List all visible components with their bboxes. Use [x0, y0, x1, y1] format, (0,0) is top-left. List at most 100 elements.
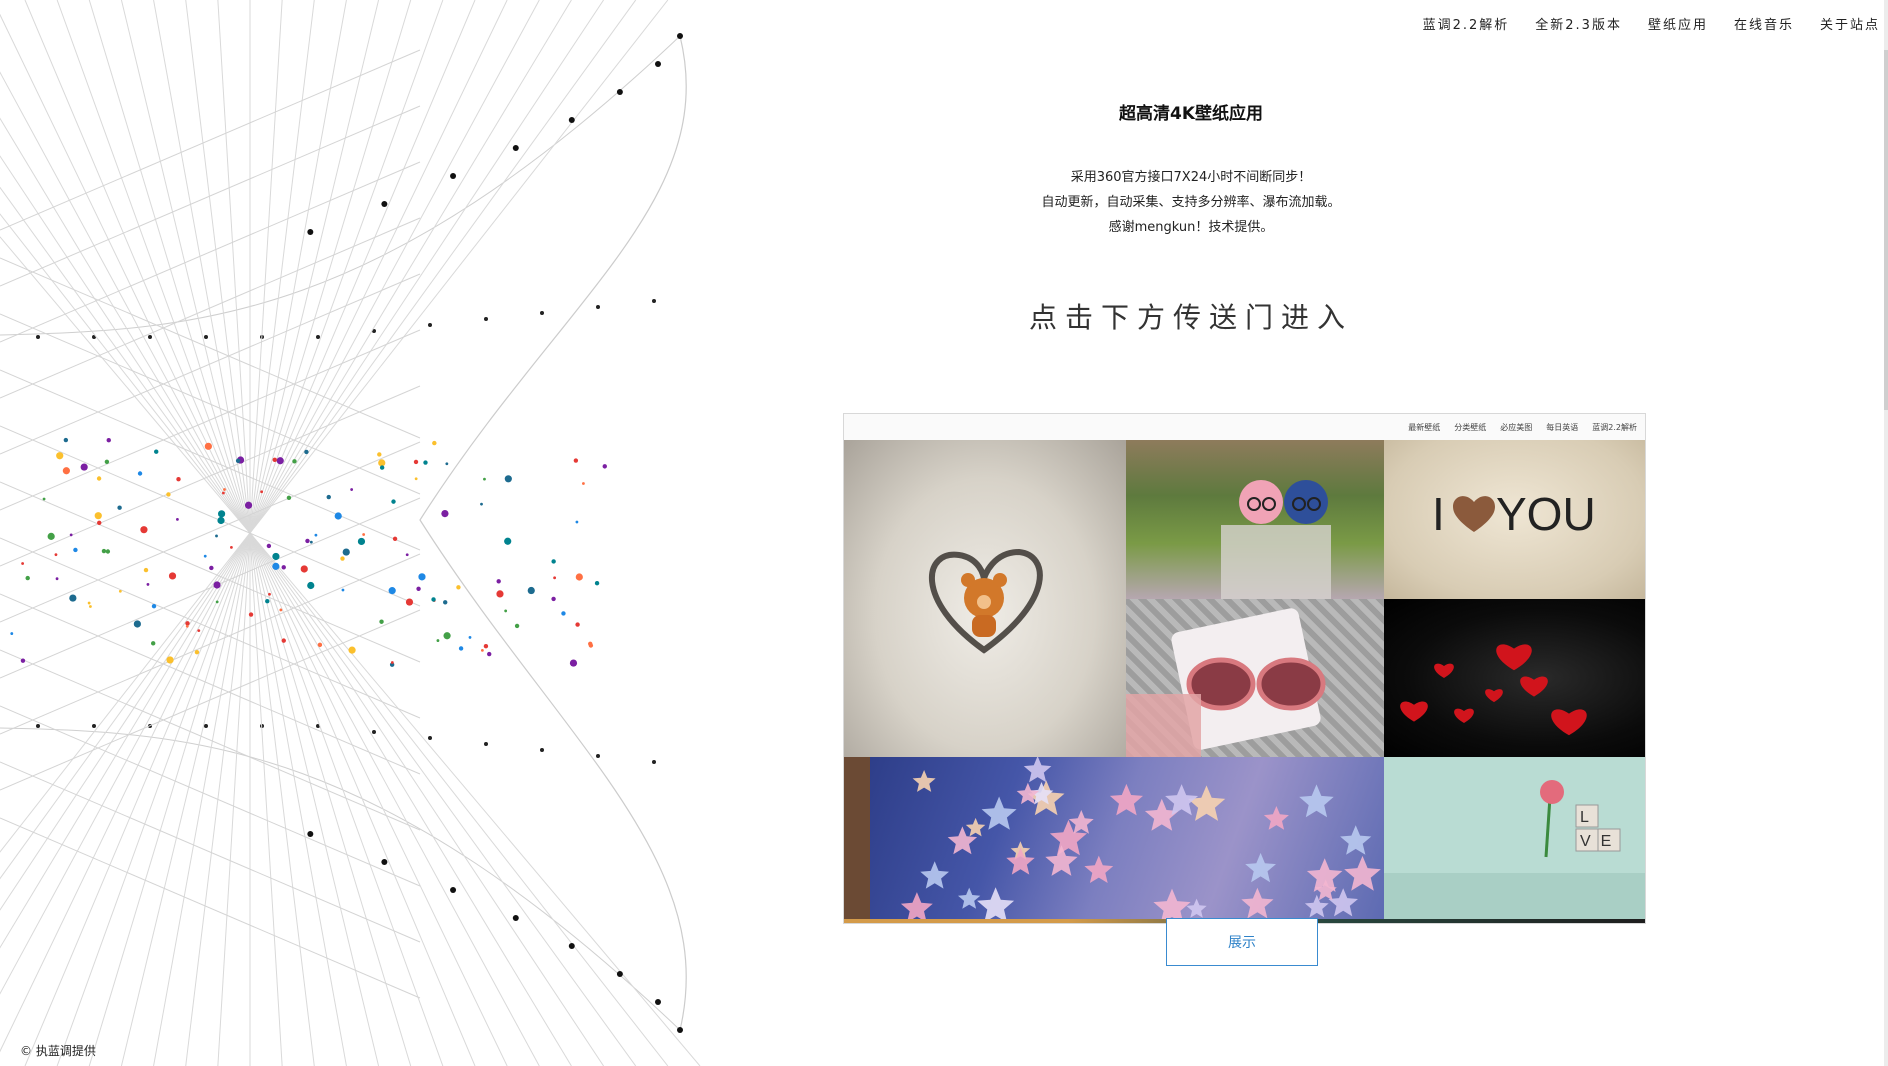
paper-star-shape: [1186, 898, 1207, 918]
particle-dot: [445, 462, 449, 466]
particle-dot: [309, 540, 313, 544]
particle-dot: [166, 656, 174, 664]
rail-node: [484, 742, 488, 746]
particle-dot: [21, 562, 25, 565]
particle-dot: [215, 534, 218, 538]
particle-dot: [391, 499, 396, 504]
particle-dot: [117, 505, 122, 510]
paper-star-shape: [981, 796, 1017, 830]
nav-about-site[interactable]: 关于站点: [1820, 14, 1880, 33]
particle-dot: [342, 548, 350, 556]
particle-dot: [268, 592, 271, 596]
particle-dot: [504, 475, 512, 483]
particle-dot: [276, 457, 284, 465]
particle-dot: [443, 632, 451, 640]
nav-online-music[interactable]: 在线音乐: [1734, 14, 1794, 33]
wire-line: [0, 817, 421, 999]
wire-line: [0, 117, 572, 1066]
nav-wallpaper-app[interactable]: 壁纸应用: [1648, 14, 1708, 33]
red-heart-shape: [1485, 689, 1503, 703]
i-love-you-image: I YOU: [1432, 488, 1596, 540]
show-button[interactable]: 展示: [1166, 918, 1318, 966]
particle-dot: [69, 533, 73, 537]
nav-new-23-version[interactable]: 全新2.3版本: [1535, 14, 1622, 33]
red-heart-shape: [1454, 708, 1474, 723]
wire-line: [0, 155, 604, 1066]
wire-line: [0, 0, 540, 995]
wire-line: [0, 0, 604, 911]
particle-dot: [272, 457, 277, 463]
paper-star-shape: [1241, 887, 1274, 919]
scrollbar-thumb[interactable]: [1884, 50, 1888, 410]
wire-line: [0, 71, 540, 1066]
wire-node: [450, 887, 457, 893]
love-blocks-image: L VE: [1384, 780, 1645, 923]
particle-dot: [379, 465, 385, 470]
particle-dot: [230, 545, 233, 549]
wire-node: [381, 859, 388, 865]
particle-dot: [150, 641, 156, 646]
particle-dot: [575, 622, 580, 627]
particle-dot: [166, 492, 171, 497]
particle-dot: [217, 510, 226, 518]
particle-dot: [20, 658, 26, 663]
particle-dot: [569, 659, 578, 667]
wallpaper-tile-sunglasses: [1126, 599, 1384, 757]
particle-dot: [133, 620, 141, 628]
wallpaper-app-preview[interactable]: 最新壁纸 分类壁纸 必应美图 每日英语 蓝调2.2解析 I YOU L VE: [843, 413, 1646, 924]
particle-dot: [213, 581, 221, 589]
wire-node: [568, 117, 575, 123]
particle-dot: [480, 502, 483, 506]
wire-line: [0, 425, 421, 607]
you-word: YOU: [1496, 488, 1596, 540]
particle-dot: [551, 559, 556, 564]
preview-nav-item: 蓝调2.2解析: [1592, 422, 1637, 432]
particle-dot: [106, 438, 111, 443]
wire-node: [381, 201, 388, 207]
wire-line: [0, 481, 421, 663]
particle-dot: [235, 458, 241, 464]
wire-node: [677, 33, 683, 39]
paper-star-shape: [1187, 785, 1226, 821]
particle-dot: [334, 512, 342, 520]
red-heart-shape: [1400, 701, 1428, 722]
paper-star-shape: [1263, 806, 1289, 830]
particle-dot: [441, 509, 449, 518]
dolls-image: [1221, 480, 1331, 599]
particle-dot: [378, 459, 386, 467]
particle-dot: [80, 463, 88, 471]
particle-dot: [357, 537, 366, 546]
particle-dot: [348, 646, 356, 654]
particle-dot: [272, 562, 280, 570]
wire-curve: [0, 35, 681, 336]
desc-line-1: 采用360官方接口7X24小时不间断同步！: [1070, 170, 1312, 185]
wire-node: [568, 943, 575, 949]
particle-dot: [281, 565, 286, 570]
particle-dot: [10, 632, 14, 635]
wallpaper-tile-red-hearts: [1384, 599, 1645, 757]
particle-dot: [379, 619, 384, 624]
particle-dot: [504, 537, 512, 545]
particle-dot: [456, 585, 461, 590]
particle-dot: [307, 581, 315, 590]
wire-node: [512, 145, 519, 151]
wire-line: [0, 236, 701, 1066]
particle-dot: [561, 611, 566, 616]
wire-line: [0, 257, 421, 439]
wire-line: [0, 0, 669, 853]
particle-dot: [204, 442, 212, 450]
particle-dot: [377, 452, 382, 457]
particle-dot: [143, 567, 149, 573]
particle-dot: [405, 598, 414, 606]
particle-dot: [514, 623, 520, 629]
particle-dot: [483, 477, 486, 481]
particle-dot: [89, 605, 92, 608]
rail-node: [596, 305, 600, 309]
particle-dot: [55, 577, 59, 581]
particle-dot: [392, 536, 398, 541]
paper-star-shape: [958, 887, 981, 909]
particle-dot: [87, 601, 91, 605]
particle-dot: [260, 490, 264, 494]
nav-blues-22-parse[interactable]: 蓝调2.2解析: [1423, 14, 1510, 33]
particle-dot: [468, 636, 472, 639]
